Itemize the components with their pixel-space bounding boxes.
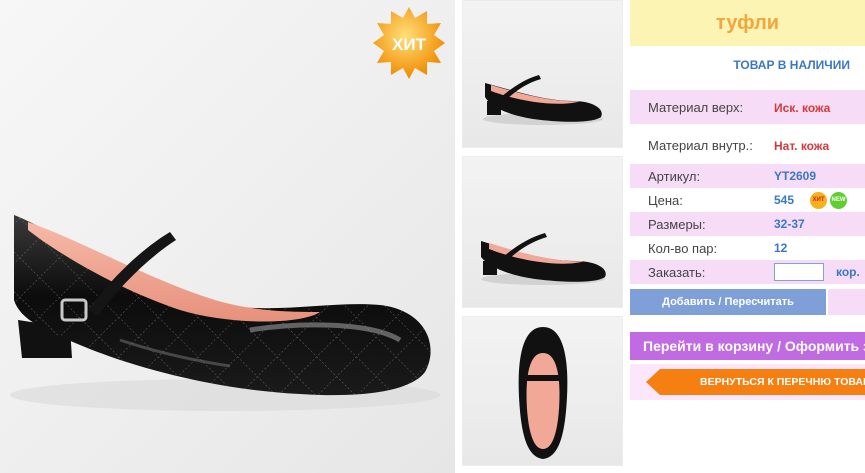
hit-mini-icon: ХИТ	[810, 192, 827, 209]
add-recalculate-button[interactable]: Добавить / Пересчитать	[630, 289, 826, 315]
order-quantity-input[interactable]	[774, 263, 824, 281]
thumbnail-1[interactable]	[462, 0, 623, 148]
thumbnail-shoe-top-view-image	[518, 327, 568, 459]
sizes-value: 32-37	[774, 217, 805, 231]
thumbnail-shoe-image	[483, 75, 603, 125]
go-to-cart-button[interactable]: Перейти в корзину / Оформить заказ	[630, 332, 865, 360]
order-unit: кор.	[836, 265, 860, 279]
hit-badge-label: ХИТ	[392, 35, 427, 54]
material-top-value: Иск. кожа	[774, 101, 831, 115]
add-button-extension	[828, 289, 865, 315]
pairs-label: Кол-во пар:	[648, 241, 718, 256]
thumbnail-shoe-image	[481, 233, 606, 285]
material-inner-value: Нат. кожа	[774, 139, 830, 153]
price-value: 545	[774, 193, 795, 207]
order-row: Заказать: кор.	[630, 260, 865, 284]
new-mini-icon: NEW	[830, 192, 847, 209]
back-arrow-icon[interactable]	[646, 369, 660, 395]
thumbnail-2[interactable]	[462, 156, 623, 308]
order-label: Заказать:	[648, 265, 706, 280]
main-product-photo[interactable]: ХИТ	[0, 0, 455, 473]
back-to-list-button[interactable]: ВЕРНУТЬСЯ К ПЕРЕЧНЮ ТОВАРОВ	[660, 369, 865, 395]
sizes-row: Размеры: 32-37	[630, 212, 865, 236]
sizes-label: Размеры:	[648, 217, 706, 232]
hit-starburst-icon: ХИТ	[372, 6, 446, 80]
thumbnail-3[interactable]	[462, 316, 623, 466]
price-label: Цена:	[648, 193, 683, 208]
pairs-value: 12	[774, 241, 788, 255]
sku-row: Артикул: YT2609	[630, 164, 865, 188]
product-title: туфли	[630, 0, 865, 46]
material-top-label: Материал верх:	[648, 100, 744, 115]
back-to-list-container: ВЕРНУТЬСЯ К ПЕРЕЧНЮ ТОВАРОВ	[630, 364, 865, 400]
price-row: Цена: 545 ХИТ NEW	[630, 188, 865, 212]
sku-label: Артикул:	[648, 169, 701, 184]
material-inner-label: Материал внутр.:	[648, 138, 753, 153]
sku-value: YT2609	[774, 169, 817, 183]
availability-status: ТОВАР В НАЛИЧИИ	[733, 58, 850, 72]
material-inner-row: Материал внутр.: Нат. кожа	[630, 128, 865, 162]
material-top-row: Материал верх: Иск. кожа	[630, 90, 865, 124]
pairs-row: Кол-во пар: 12	[630, 236, 865, 260]
product-info-panel: туфли ТОВАР В НАЛИЧИИ Материал верх: Иск…	[630, 0, 865, 473]
